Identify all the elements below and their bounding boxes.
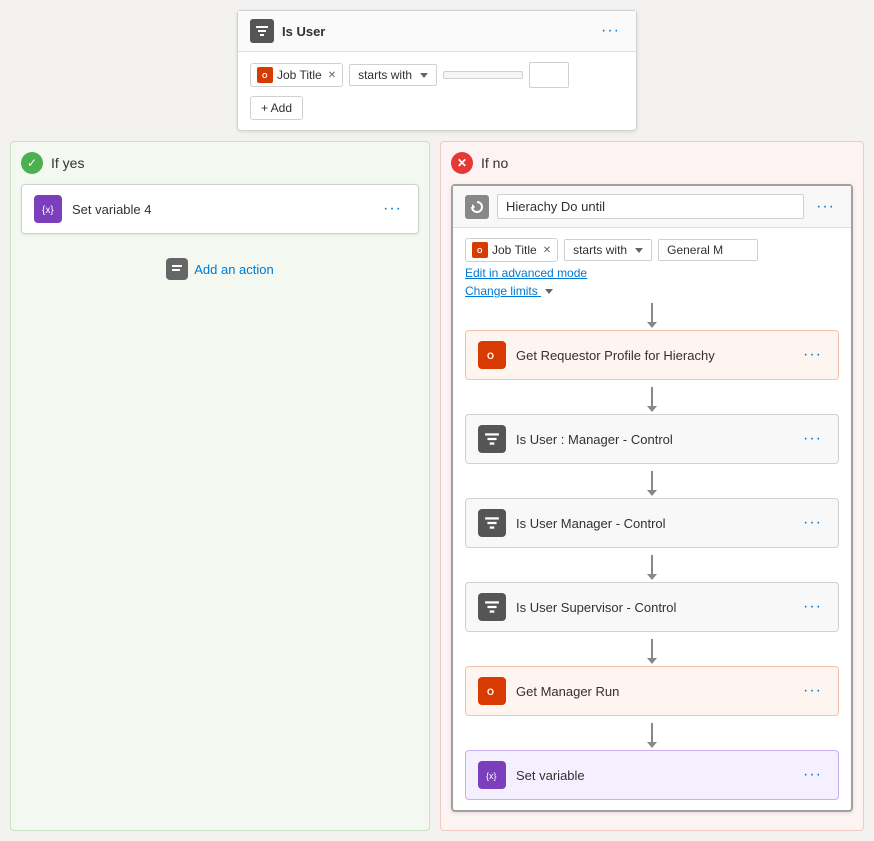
get-manager-run-more[interactable]: ···: [799, 680, 826, 702]
is-user-manager-control-title: Is User : Manager - Control: [516, 432, 789, 447]
if-no-label: If no: [481, 155, 508, 171]
chevron-down-icon: [420, 73, 428, 78]
do-until-operator-dropdown[interactable]: starts with: [564, 239, 652, 261]
do-until-body: O Job Title ✕ starts with General M Edit…: [453, 228, 851, 810]
is-user-manager-control-icon: [478, 425, 506, 453]
is-user-supervisor-icon: [478, 593, 506, 621]
svg-text:{x}: {x}: [486, 771, 497, 781]
change-limits-chevron: [545, 289, 553, 294]
connector-1: [465, 298, 839, 328]
if-no-header: ✕ If no: [451, 152, 853, 174]
do-until-office-icon: O: [472, 242, 488, 258]
do-until-actions: O Get Requestor Profile for Hierachy ···: [465, 298, 839, 800]
connector-4: [465, 550, 839, 580]
do-until-field-label: Job Title: [492, 243, 537, 257]
is-user-title: Is User: [282, 24, 589, 39]
add-action-text[interactable]: Add an action: [194, 262, 274, 277]
is-user-more[interactable]: ···: [597, 20, 624, 42]
get-requestor-card: O Get Requestor Profile for Hierachy ···: [465, 330, 839, 380]
change-limits-text: Change limits: [465, 284, 538, 298]
value-input[interactable]: [443, 71, 523, 79]
svg-text:O: O: [262, 73, 268, 80]
set-variable-more[interactable]: ···: [799, 764, 826, 786]
svg-text:O: O: [477, 248, 483, 255]
is-user-body: O Job Title ✕ starts with + Add: [238, 52, 636, 130]
yes-icon: ✓: [21, 152, 43, 174]
edit-advanced-link[interactable]: Edit in advanced mode: [465, 266, 839, 280]
is-user-supervisor-title: Is User Supervisor - Control: [516, 600, 789, 615]
is-user-header: Is User ···: [238, 11, 636, 52]
do-until-operator-label: starts with: [573, 243, 627, 257]
set-variable-4-card: {x} Set variable 4 ···: [21, 184, 419, 234]
do-until-header: ···: [453, 186, 851, 228]
is-user-manager-icon: [478, 509, 506, 537]
connector-2: [465, 382, 839, 412]
add-action-icon: [166, 258, 188, 280]
get-requestor-more[interactable]: ···: [799, 344, 826, 366]
do-until-condition-row: O Job Title ✕ starts with General M: [465, 238, 839, 262]
if-no-branch: ✕ If no ···: [440, 141, 864, 831]
no-icon: ✕: [451, 152, 473, 174]
do-until-chevron-icon: [635, 248, 643, 253]
job-title-chip[interactable]: O Job Title ✕: [250, 63, 343, 87]
branch-row: ✓ If yes {x} Set variable 4 ···: [10, 141, 864, 831]
if-yes-header: ✓ If yes: [21, 152, 419, 174]
do-until-icon: [465, 195, 489, 219]
condition-row: O Job Title ✕ starts with: [250, 62, 624, 88]
operator-label: starts with: [358, 68, 412, 82]
remove-chip-icon[interactable]: ✕: [328, 70, 336, 81]
do-until-card: ··· O Job Title ✕ starts with: [451, 184, 853, 812]
change-limits-link[interactable]: Change limits: [465, 284, 839, 298]
svg-text:O: O: [487, 687, 494, 697]
if-yes-branch: ✓ If yes {x} Set variable 4 ···: [10, 141, 430, 831]
set-variable-card: {x} Set variable ···: [465, 750, 839, 800]
variable-icon-purple: {x}: [34, 195, 62, 223]
extra-input[interactable]: [529, 62, 569, 88]
office-icon-small: O: [257, 67, 273, 83]
set-variable-4-inner: {x} Set variable 4 ···: [22, 185, 418, 233]
is-user-manager-more[interactable]: ···: [799, 512, 826, 534]
if-yes-label: If yes: [51, 155, 84, 171]
set-variable-4-title: Set variable 4: [72, 202, 369, 217]
add-action-link[interactable]: Add an action: [21, 238, 419, 300]
add-button[interactable]: + Add: [250, 96, 303, 120]
svg-text:O: O: [487, 351, 494, 361]
set-variable-title: Set variable: [516, 768, 789, 783]
do-until-value-input[interactable]: General M: [658, 239, 758, 261]
set-variable-4-more[interactable]: ···: [379, 198, 406, 220]
is-user-manager-control-card: Is User : Manager - Control ···: [465, 414, 839, 464]
do-until-more[interactable]: ···: [812, 196, 839, 218]
is-user-supervisor-card: Is User Supervisor - Control ···: [465, 582, 839, 632]
svg-text:{x}: {x}: [42, 205, 54, 216]
connector-5: [465, 634, 839, 664]
get-requestor-title: Get Requestor Profile for Hierachy: [516, 348, 789, 363]
get-manager-run-icon: O: [478, 677, 506, 705]
operator-dropdown[interactable]: starts with: [349, 64, 437, 86]
filter-icon: [250, 19, 274, 43]
get-requestor-icon: O: [478, 341, 506, 369]
get-manager-run-title: Get Manager Run: [516, 684, 789, 699]
is-user-card: Is User ··· O Job Title ✕ starts with: [237, 10, 637, 131]
do-until-remove-chip-icon[interactable]: ✕: [543, 245, 551, 256]
is-user-supervisor-more[interactable]: ···: [799, 596, 826, 618]
job-title-label: Job Title: [277, 68, 322, 82]
do-until-title-input[interactable]: [497, 194, 804, 219]
get-manager-run-card: O Get Manager Run ···: [465, 666, 839, 716]
connector-6: [465, 718, 839, 748]
connector-3: [465, 466, 839, 496]
set-variable-icon: {x}: [478, 761, 506, 789]
is-user-manager-card: Is User Manager - Control ···: [465, 498, 839, 548]
is-user-manager-control-more[interactable]: ···: [799, 428, 826, 450]
do-until-job-title-chip[interactable]: O Job Title ✕: [465, 238, 558, 262]
is-user-manager-title: Is User Manager - Control: [516, 516, 789, 531]
